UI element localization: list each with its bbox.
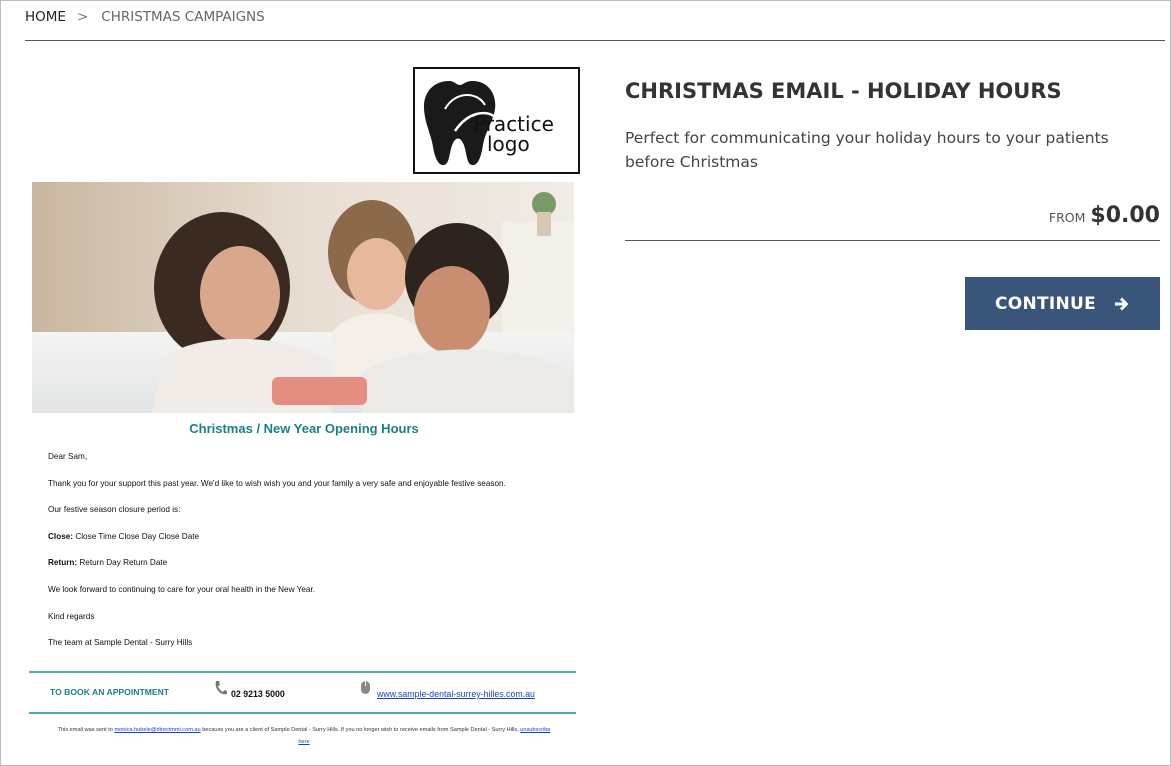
email-heading: Christmas / New Year Opening Hours (189, 421, 419, 436)
tooth-logo-icon: Practice logo (423, 81, 554, 166)
phone-number: 02 9213 5000 (231, 689, 285, 699)
phone-icon (215, 681, 227, 695)
breadcrumb-separator: > (76, 9, 89, 25)
product-description: Perfect for communicating your holiday h… (625, 129, 1109, 171)
breadcrumb: HOME > CHRISTMAS CAMPAIGNS (25, 9, 265, 25)
continue-label: CONTINUE (994, 293, 1097, 314)
family-photo (32, 182, 574, 413)
product-title: CHRISTMAS EMAIL - HOLIDAY HOURS (625, 79, 1062, 103)
arrow-right-icon (1115, 297, 1129, 310)
close-value: Close Time Close Day Close Date (75, 531, 200, 541)
book-label: TO BOOK AN APPOINTMENT (50, 687, 170, 697)
breadcrumb-home-link[interactable]: HOME (25, 9, 66, 25)
email-divider-top (29, 671, 576, 673)
breadcrumb-current: CHRISTMAS CAMPAIGNS (101, 9, 265, 25)
return-value: Return Day Return Date (79, 558, 168, 568)
price: FROM $0.00 (1049, 203, 1160, 228)
close-label: Close: (48, 531, 74, 541)
booking-row: TO BOOK AN APPOINTMENT 02 9213 5000 www.… (27, 680, 581, 712)
price-prefix: FROM (1048, 210, 1086, 225)
price-value: $0.00 (1090, 203, 1160, 228)
footer-unsubscribe-link: unsubscribe (520, 727, 551, 733)
email-signoff: Kind regards (48, 611, 95, 621)
footer-email-link: monica.hubele@directmmi.com.au (114, 727, 201, 733)
footer-prefix: This email was sent to (57, 727, 113, 733)
email-return-line: Return: Return Day Return Date (48, 558, 568, 585)
mouse-icon (361, 681, 370, 694)
continue-button[interactable]: CONTINUE (965, 277, 1160, 330)
return-label: Return: (48, 558, 78, 568)
email-close-line: Close: Close Time Close Day Close Date (48, 532, 568, 559)
email-divider-bottom (29, 712, 576, 714)
email-footer-note: This email was sent to monica.hubele@dir… (27, 724, 581, 748)
email-greeting: Dear Sam, (48, 452, 88, 461)
footer-middle: because you are a client of Sample Denta… (202, 727, 519, 733)
email-line: Thank you for your support this past yea… (48, 478, 506, 488)
practice-logo: Practice logo (413, 67, 580, 174)
email-signature: The team at Sample Dental - Surry Hills (48, 638, 193, 648)
email-line: We look forward to continuing to care fo… (48, 584, 316, 594)
price-divider (625, 240, 1160, 241)
email-preview-image: Practice logo Christmas / New Year Openi… (27, 67, 581, 757)
footer-unsubscribe-here: here (298, 739, 310, 745)
breadcrumb-divider (25, 40, 1165, 41)
logo-text-logo: logo (487, 132, 530, 156)
website-link: www.sample-dental-surrey-hilles.com.au (377, 689, 535, 699)
email-body: Dear Sam, Thank you for your support thi… (48, 452, 568, 665)
email-line: Our festive season closure period is: (48, 505, 181, 515)
